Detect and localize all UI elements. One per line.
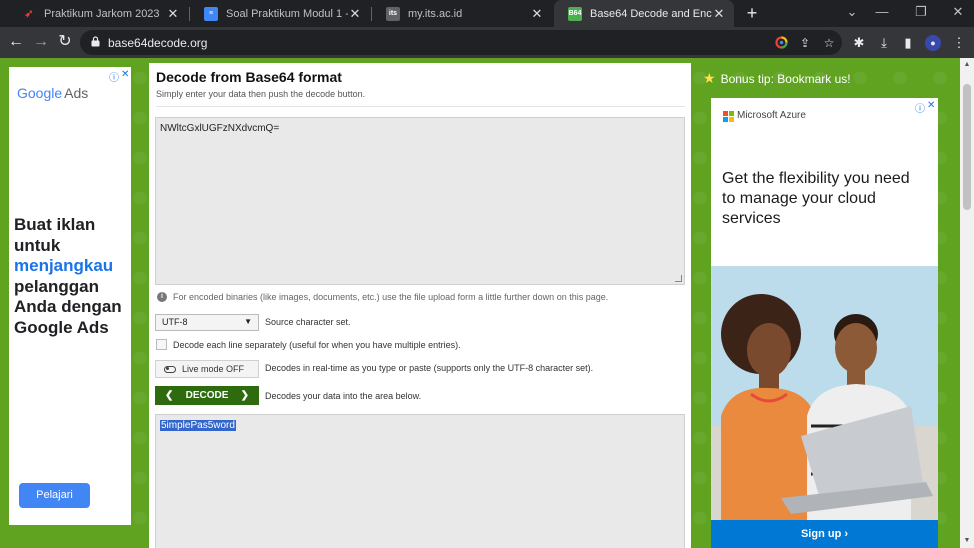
restore-icon[interactable]: ❐: [911, 4, 931, 20]
live-mode-toggle[interactable]: Live mode OFF: [155, 360, 259, 378]
browser-toolbar: ← → ↻ base64decode.org ⇪ ☆ ✱ ⤓ ▮ ● ⋮: [0, 27, 974, 58]
b64-icon: B64: [568, 6, 582, 21]
its-icon: its: [386, 6, 400, 21]
side-panel-icon[interactable]: ▮: [900, 35, 916, 51]
decode-panel: Decode from Base64 format Simply enter y…: [149, 63, 691, 548]
page-scrollbar[interactable]: ▲ ▼: [960, 58, 974, 548]
resize-handle[interactable]: [675, 275, 682, 282]
google-ads-banner[interactable]: ⓘ ✕ Google Ads Buat iklan untuk menjangka…: [9, 67, 131, 525]
ad-headline-part-1: Buat iklan untuk: [14, 215, 96, 255]
ad-headline: Buat iklan untuk menjangkau pelanggan An…: [14, 215, 129, 338]
info-icon: i: [157, 292, 167, 302]
tab-praktikum[interactable]: ➶ Praktikum Jarkom 2023 ✕: [8, 0, 188, 27]
azure-ad-banner[interactable]: ⓘ ✕ Microsoft Azure Get the flexibility …: [711, 98, 938, 548]
close-icon[interactable]: ✕: [121, 69, 129, 80]
divider: [156, 106, 685, 107]
bonus-tip-text: Bonus tip: Bookmark us!: [720, 71, 851, 86]
google-ads-logo: Google Ads: [17, 85, 88, 101]
menu-icon[interactable]: ⋮: [951, 35, 967, 51]
new-tab-button[interactable]: +: [742, 3, 762, 24]
url-text: base64decode.org: [108, 36, 208, 50]
tab-title: Praktikum Jarkom 2023: [44, 7, 160, 20]
tab-base64[interactable]: B64 Base64 Decode and Encode - Onl ✕: [554, 0, 734, 27]
scroll-up-icon[interactable]: ▲: [960, 58, 974, 72]
google-docs-icon: ≡: [204, 6, 218, 21]
ad-headline: Get the flexibility you need to manage y…: [722, 170, 910, 227]
red-arrow-icon: ➶: [24, 8, 34, 20]
microsoft-logo-icon: [723, 111, 734, 122]
charset-label: Source character set.: [265, 317, 351, 327]
bonus-tip: ★ Bonus tip: Bookmark us!: [703, 70, 851, 87]
live-mode-label: Live mode OFF: [182, 364, 245, 374]
share-icon[interactable]: ⇪: [798, 36, 812, 50]
minimize-icon[interactable]: —: [872, 4, 892, 19]
google-lens-icon[interactable]: [774, 36, 788, 50]
reload-icon[interactable]: ↻: [55, 32, 75, 52]
close-icon[interactable]: ✕: [530, 6, 544, 22]
google-brand: Google: [17, 85, 63, 101]
people-laptop-illustration: [711, 266, 938, 520]
encoded-input[interactable]: NWltcGxlUGFzNXdvcmQ=: [155, 117, 685, 285]
tab-bar: ➶ Praktikum Jarkom 2023 ✕ ≡ Soal Praktik…: [0, 0, 974, 27]
tab-my-its[interactable]: its my.its.ac.id ✕: [372, 0, 552, 27]
chevron-left-icon: ❮: [165, 390, 174, 401]
ad-photo: [711, 266, 938, 520]
chevron-down-icon[interactable]: ⌄: [842, 4, 862, 20]
close-icon[interactable]: ✕: [348, 6, 362, 22]
chevron-right-icon: ❯: [240, 390, 249, 401]
page-subtitle: Simply enter your data then push the dec…: [156, 89, 366, 99]
ad-headline-highlight: menjangkau: [14, 256, 114, 275]
decoded-output[interactable]: 5implePas5word: [155, 414, 685, 548]
forward-icon[interactable]: →: [31, 32, 51, 52]
scroll-thumb[interactable]: [963, 84, 971, 210]
charset-select[interactable]: UTF-8 ▼: [155, 314, 259, 331]
tab-title: Base64 Decode and Encode - Onl: [590, 7, 712, 20]
star-icon[interactable]: ☆: [822, 36, 836, 50]
download-icon[interactable]: ⤓: [876, 35, 892, 51]
decode-button[interactable]: ❮ DECODE ❯: [155, 386, 259, 405]
ad-brand: Microsoft Azure: [737, 110, 806, 121]
address-bar[interactable]: base64decode.org ⇪ ☆: [80, 30, 842, 55]
extensions-icon[interactable]: ✱: [851, 35, 867, 51]
star-icon: ★: [703, 70, 716, 86]
close-icon[interactable]: ✕: [927, 100, 935, 111]
chevron-down-icon: ▼: [244, 317, 252, 326]
page-title: Decode from Base64 format: [156, 69, 342, 85]
close-icon[interactable]: ✕: [712, 6, 726, 22]
info-note: i For encoded binaries (like images, doc…: [157, 292, 608, 302]
ads-suffix: Ads: [64, 85, 89, 101]
decode-label: DECODE: [185, 390, 229, 401]
back-icon[interactable]: ←: [6, 32, 26, 52]
decode-desc: Decodes your data into the area below.: [265, 391, 422, 401]
each-line-label: Decode each line separately (useful for …: [173, 340, 461, 350]
adchoices-icon[interactable]: ⓘ: [915, 100, 925, 115]
close-icon[interactable]: ✕: [166, 6, 180, 22]
decoded-output-value: 5implePas5word: [160, 420, 236, 431]
encoded-input-value: NWltcGxlUGFzNXdvcmQ=: [160, 123, 280, 134]
page: ⓘ ✕ Google Ads Buat iklan untuk menjangka…: [0, 58, 974, 548]
tab-title: my.its.ac.id: [408, 7, 463, 20]
each-line-checkbox[interactable]: [156, 339, 167, 350]
live-mode-desc: Decodes in real-time as you type or past…: [265, 363, 594, 373]
lock-icon: [91, 36, 100, 47]
scroll-down-icon[interactable]: ▼: [960, 534, 974, 548]
avatar[interactable]: ●: [925, 35, 941, 51]
tab-soal-praktikum[interactable]: ≡ Soal Praktikum Modul 1 - Google ✕: [190, 0, 370, 27]
toggle-icon: [164, 365, 176, 373]
tab-title: Soal Praktikum Modul 1 - Google: [226, 7, 348, 20]
window-close-icon[interactable]: ✕: [948, 4, 968, 20]
charset-value: UTF-8: [162, 317, 188, 327]
ad-headline-part-2: pelanggan Anda dengan Google Ads: [14, 276, 122, 337]
pelajari-button[interactable]: Pelajari: [19, 483, 90, 508]
info-text: For encoded binaries (like images, docum…: [173, 292, 609, 302]
sign-up-button[interactable]: Sign up ›: [711, 520, 938, 548]
adchoices-icon[interactable]: ⓘ: [109, 69, 119, 84]
